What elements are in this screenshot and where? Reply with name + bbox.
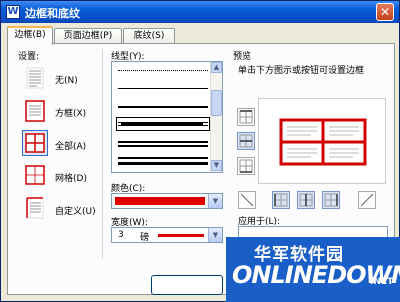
setting-grid-label: 网格(D) xyxy=(55,174,87,184)
width-unit: 磅 xyxy=(140,233,150,243)
setting-custom-icon xyxy=(26,197,44,219)
preview-hint: 单击下方图示或按钮可设置边框 xyxy=(238,66,365,76)
setting-custom-button[interactable] xyxy=(22,195,48,221)
setting-box-icon xyxy=(25,100,45,122)
diagonal-up-icon xyxy=(360,193,374,207)
color-dropdown[interactable]: ▼ xyxy=(111,193,223,209)
tab-shading[interactable]: 底纹(S) xyxy=(123,28,175,44)
setting-custom-label: 自定义(U) xyxy=(55,207,96,217)
width-sample xyxy=(158,234,204,237)
linestyle-list[interactable]: ▲ ▼ xyxy=(111,61,223,173)
title-bar[interactable]: W 边框和底纹 ✕ xyxy=(1,1,399,23)
setting-all-icon xyxy=(25,133,45,153)
app-icon: W xyxy=(6,5,20,19)
width-value: 3 xyxy=(118,230,124,240)
inside-horizontal-icon xyxy=(239,134,253,148)
inside-vertical-button[interactable] xyxy=(297,191,315,209)
top-border-button[interactable] xyxy=(237,108,255,126)
scroll-down-icon[interactable]: ▼ xyxy=(211,160,222,171)
scroll-up-icon[interactable]: ▲ xyxy=(211,62,222,73)
right-border-button[interactable] xyxy=(322,191,340,209)
watermark-line3: .NET xyxy=(370,277,394,287)
tab-page-border[interactable]: 页面边框(P) xyxy=(54,28,122,44)
dropdown-arrow-icon[interactable]: ▼ xyxy=(208,228,222,242)
dropdown-arrow-icon[interactable]: ▼ xyxy=(208,194,222,208)
diagonal-down-icon xyxy=(240,193,254,207)
linestyle-option[interactable] xyxy=(118,88,208,89)
setting-all-label: 全部(A) xyxy=(55,142,87,152)
width-dropdown[interactable]: 3 磅 ▼ xyxy=(111,227,223,243)
ok-button[interactable] xyxy=(151,275,223,295)
right-border-icon xyxy=(324,193,338,207)
diagonal-down-button[interactable] xyxy=(238,191,256,209)
diagonal-up-button[interactable] xyxy=(358,191,376,209)
linestyle-option-selected[interactable] xyxy=(116,117,210,131)
selected-line-sample xyxy=(121,123,203,126)
linestyle-option[interactable] xyxy=(118,141,208,147)
linestyle-option[interactable] xyxy=(118,157,208,165)
linestyle-option[interactable] xyxy=(118,106,208,108)
tab-borders[interactable]: 边框(B) xyxy=(7,26,53,45)
window-title: 边框和底纹 xyxy=(25,7,80,20)
setting-box-label: 方框(X) xyxy=(55,109,87,119)
linestyle-scrollbar[interactable]: ▲ ▼ xyxy=(210,62,222,172)
bottom-border-button[interactable] xyxy=(237,157,255,175)
bottom-border-icon xyxy=(239,159,253,173)
setting-heading: 设置: xyxy=(18,52,40,62)
setting-all-button[interactable] xyxy=(22,130,48,156)
close-button[interactable]: ✕ xyxy=(376,3,394,21)
setting-grid-icon xyxy=(25,165,45,185)
setting-box-button[interactable] xyxy=(22,98,48,124)
setting-grid-button[interactable] xyxy=(22,162,48,188)
inside-horizontal-button[interactable] xyxy=(237,132,255,150)
top-border-icon xyxy=(239,110,253,124)
preview-heading: 预览 xyxy=(233,52,252,62)
setting-none-button[interactable] xyxy=(22,65,48,91)
setting-none-icon xyxy=(26,67,44,89)
column-divider xyxy=(102,49,103,259)
watermark: 华军软件园 ONLINEDOWN .NET xyxy=(226,237,400,302)
inside-vertical-icon xyxy=(299,193,313,207)
setting-none-label: 无(N) xyxy=(55,76,78,86)
preview-table-graphic xyxy=(279,118,367,166)
left-border-icon xyxy=(274,193,288,207)
color-swatch xyxy=(115,197,205,205)
preview-area[interactable] xyxy=(258,98,386,184)
dialog-window: W 边框和底纹 ✕ 边框(B) 页面边框(P) 底纹(S) 设置: 无(N) 方… xyxy=(0,0,400,302)
scroll-thumb[interactable] xyxy=(211,90,222,116)
linestyle-option[interactable] xyxy=(118,70,208,71)
left-border-button[interactable] xyxy=(272,191,290,209)
